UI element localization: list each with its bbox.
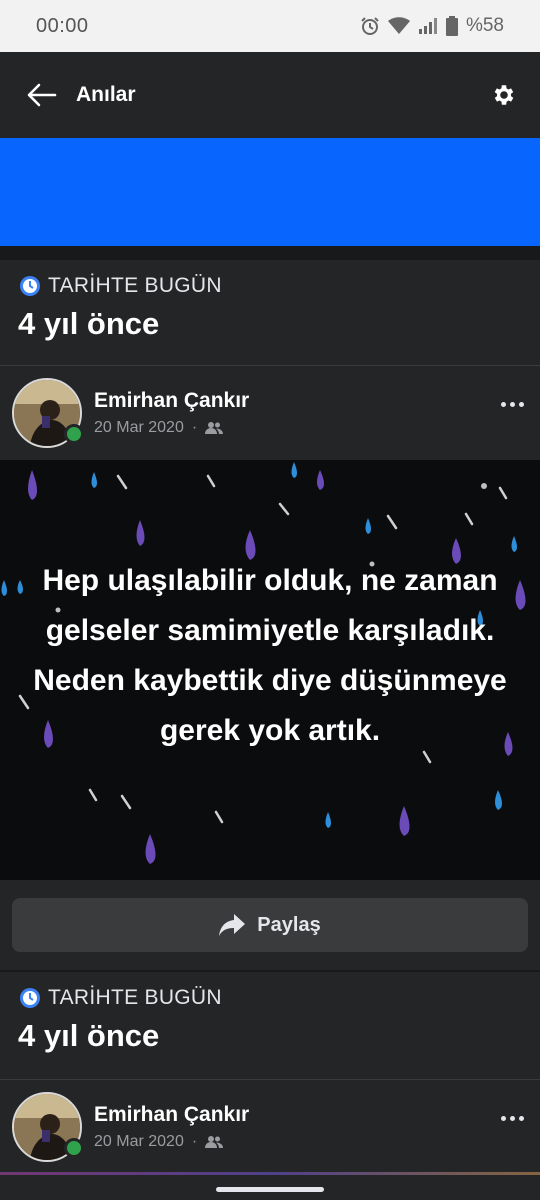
avatar-wrap[interactable] bbox=[12, 378, 84, 448]
arrow-left-icon bbox=[27, 83, 57, 107]
author-name[interactable]: Emirhan Çankır bbox=[94, 1103, 249, 1127]
post-text: Hep ulaşılabilir olduk, ne zaman gelsele… bbox=[33, 564, 507, 747]
home-indicator[interactable] bbox=[216, 1187, 324, 1192]
signal-icon bbox=[418, 17, 438, 35]
memory-tag-label: TARİHTE BUGÜN bbox=[48, 274, 222, 297]
post-date-line: 20 Mar 2020 · bbox=[94, 419, 249, 437]
page-title: Anılar bbox=[76, 83, 136, 106]
share-button-label: Paylaş bbox=[257, 913, 321, 936]
post-header: Emirhan Çankır 20 Mar 2020 · bbox=[0, 1080, 540, 1174]
battery-level: %58 bbox=[465, 15, 504, 36]
status-icons: %58 bbox=[360, 15, 504, 37]
date-separator: · bbox=[191, 419, 198, 436]
memory-card: TARİHTE BUGÜN 4 yıl önce Emirhan Çankır … bbox=[0, 972, 540, 1200]
memory-card: TARİHTE BUGÜN 4 yıl önce Emirhan Çankır … bbox=[0, 260, 540, 970]
memory-header: TARİHTE BUGÜN 4 yıl önce bbox=[0, 972, 540, 1080]
memory-tag: TARİHTE BUGÜN bbox=[18, 274, 522, 298]
post-date[interactable]: 20 Mar 2020 bbox=[94, 419, 184, 437]
status-bar: 00:00 %58 bbox=[0, 0, 540, 52]
post-background-art: Hep ulaşılabilir olduk, ne zaman gelsele… bbox=[0, 460, 540, 880]
memory-tag-label: TARİHTE BUGÜN bbox=[48, 986, 222, 1009]
bottom-divider bbox=[0, 1172, 540, 1175]
post-date[interactable]: 20 Mar 2020 bbox=[94, 1133, 184, 1151]
more-options-button[interactable] bbox=[496, 392, 528, 416]
share-arrow-icon bbox=[219, 914, 246, 936]
clock-history-icon bbox=[20, 988, 40, 1008]
author-name[interactable]: Emirhan Çankır bbox=[94, 389, 249, 413]
post-date-line: 20 Mar 2020 · bbox=[94, 1133, 249, 1151]
wifi-icon bbox=[387, 17, 410, 35]
friends-audience-icon bbox=[205, 1136, 224, 1148]
post-meta: Emirhan Çankır 20 Mar 2020 · bbox=[94, 389, 249, 437]
online-status-dot bbox=[64, 1138, 84, 1158]
alarm-icon bbox=[360, 16, 380, 36]
more-options-button[interactable] bbox=[496, 1106, 528, 1130]
post-meta: Emirhan Çankır 20 Mar 2020 · bbox=[94, 1103, 249, 1151]
friends-audience-icon bbox=[205, 422, 224, 434]
memory-years-ago: 4 yıl önce bbox=[18, 1018, 160, 1053]
clock-history-icon bbox=[20, 276, 40, 296]
memory-tag: TARİHTE BUGÜN bbox=[18, 986, 522, 1010]
share-button[interactable]: Paylaş bbox=[12, 898, 528, 952]
memory-years-ago: 4 yıl önce bbox=[18, 306, 160, 341]
gear-icon bbox=[494, 85, 514, 105]
settings-button[interactable] bbox=[476, 67, 532, 123]
battery-icon bbox=[445, 16, 458, 36]
date-separator: · bbox=[191, 1133, 198, 1150]
banner bbox=[0, 138, 540, 246]
online-status-dot bbox=[64, 424, 84, 444]
status-time: 00:00 bbox=[36, 14, 89, 37]
back-button[interactable] bbox=[12, 65, 72, 125]
memory-header: TARİHTE BUGÜN 4 yıl önce bbox=[0, 260, 540, 366]
app-bar: Anılar bbox=[0, 52, 540, 138]
post-header: Emirhan Çankır 20 Mar 2020 · bbox=[0, 366, 540, 460]
avatar-wrap[interactable] bbox=[12, 1092, 84, 1162]
